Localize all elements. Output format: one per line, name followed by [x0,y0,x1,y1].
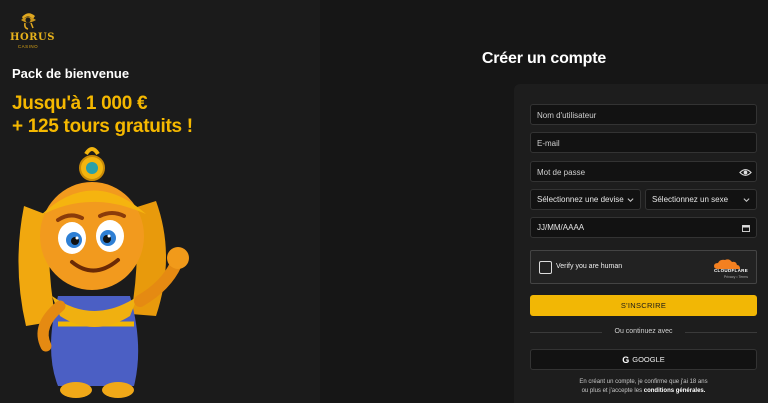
captcha-checkbox[interactable] [539,261,552,274]
signup-button[interactable]: S'INSCRIRE [530,295,757,316]
email-input[interactable] [531,134,756,153]
birthdate-value: JJ/MM/AAAA [537,223,585,232]
gender-select-value: Sélectionnez un sexe [652,195,729,204]
welcome-heading: Pack de bienvenue [12,66,130,81]
promo-bonus: Jusqu'à 1 000 € [12,93,148,114]
terms-link[interactable]: conditions générales. [644,388,706,394]
email-field[interactable] [530,132,757,153]
captcha-links[interactable]: Privacy • Terms [724,275,748,279]
currency-select-value: Sélectionnez une devise [537,195,624,204]
birthdate-field[interactable]: JJ/MM/AAAA [530,217,757,238]
password-input[interactable] [531,163,756,182]
brand-sub: CASINO [17,44,39,49]
google-signin-button[interactable]: G GOOGLE [530,349,757,370]
password-field[interactable] [530,161,757,182]
captcha-brand: CLOUDFLARE [714,268,748,273]
eye-of-horus-icon [21,13,36,30]
legal-line-2-text: ou plus et j'accepte les [581,388,643,394]
show-password-icon[interactable] [739,166,752,179]
username-field[interactable] [530,104,757,125]
horus-logo[interactable]: HORUS CASINO [10,8,55,50]
captcha-label: Verify you are human [556,263,623,270]
google-label: GOOGLE [632,355,665,364]
pharaoh-mascot-illustration [18,147,189,398]
brand-name: HORUS [10,32,55,43]
legal-line-2: ou plus et j'accepte les conditions géné… [530,387,757,396]
promo-free-spins: + 125 tours gratuits ! [12,116,193,137]
chevron-down-icon [627,198,634,202]
page-title: Créer un compte [481,50,607,67]
legal-notice: En créant un compte, je confirme que j'a… [530,378,757,396]
legal-line-1: En créant un compte, je confirme que j'a… [579,379,708,385]
chevron-down-icon [743,198,750,202]
currency-select[interactable]: Sélectionnez une devise [530,189,641,210]
google-icon: G [622,354,630,365]
cloudflare-captcha: Verify you are human CLOUDFLARE Privacy … [530,250,757,284]
gender-select[interactable]: Sélectionnez un sexe [645,189,757,210]
calendar-icon[interactable] [742,224,750,232]
username-input[interactable] [531,106,756,125]
divider-right [685,332,757,333]
